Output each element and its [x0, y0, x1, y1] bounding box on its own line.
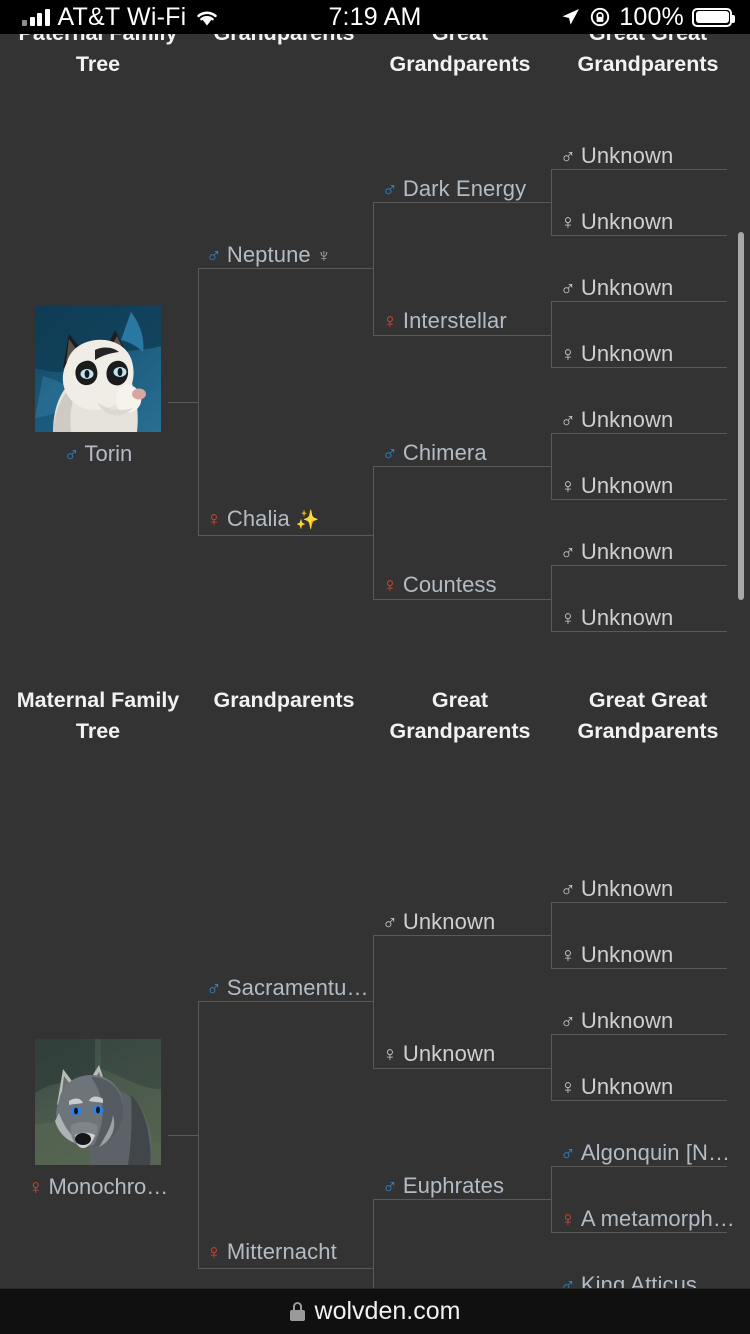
family-tree-scroll-region[interactable]: Paternal Family Tree Grandparents Great … [0, 34, 750, 1288]
male-symbol-icon: ♂ [560, 541, 576, 564]
grandparent-male-entry[interactable]: ♂ Neptune ♆ [206, 244, 331, 268]
connector-subject-to-grandparents [168, 1135, 198, 1136]
great-great-grandparent-entry[interactable]: ♂ Unknown [560, 409, 673, 432]
lock-icon [289, 1302, 305, 1321]
connector-subject-to-grandparents [168, 402, 198, 403]
column-header-grandparents: Grandparents [213, 688, 355, 712]
male-symbol-icon: ♂ [560, 1142, 576, 1165]
column-header-maternal-family-tree: Maternal Family Tree [16, 688, 180, 743]
male-symbol-icon: ♂ [560, 1010, 576, 1033]
battery-icon [692, 7, 735, 27]
carrier-label: AT&T Wi-Fi [57, 2, 187, 31]
male-symbol-icon: ♂ [560, 409, 576, 432]
column-header-great-great-grandparents: Great Great Grandparents [577, 688, 719, 743]
great-grandparent-male-entry[interactable]: ♂ Euphrates [382, 1175, 504, 1198]
great-great-grandparent-entry[interactable]: ♂ Unknown [560, 878, 673, 901]
male-symbol-icon: ♂ [63, 443, 80, 466]
male-symbol-icon: ♂ [206, 244, 222, 267]
male-symbol-icon: ♂ [560, 1274, 576, 1289]
subject-portrait-image[interactable] [35, 306, 161, 432]
grandparent-female-entry[interactable]: ♀ Mitternacht [206, 1241, 337, 1264]
grandparent-female-entry[interactable]: ♀ Chalia ✨ [206, 508, 320, 532]
great-great-grandparent-entry[interactable]: ♂ King Atticus … [560, 1274, 725, 1289]
status-bar-left: AT&T Wi-Fi [0, 3, 300, 32]
subject-portrait-image[interactable] [35, 1039, 161, 1165]
browser-url-bar[interactable]: wolvden.com [0, 1288, 750, 1334]
subject-name[interactable]: ♀ Monochro… [28, 1174, 169, 1200]
great-grandparent-female-entry[interactable]: ♀ Unknown [382, 1043, 495, 1066]
female-symbol-icon: ♀ [382, 1043, 398, 1066]
female-symbol-icon: ♀ [560, 607, 576, 630]
male-symbol-icon: ♂ [382, 911, 398, 934]
grandparent-male-entry[interactable]: ♂ Sacramentu… [206, 977, 369, 1000]
location-arrow-icon [562, 9, 580, 25]
female-symbol-icon: ♀ [560, 944, 576, 967]
paternal-tree: ♂ Torin ♂ Neptune ♆ ♀ Chalia ✨ ♂ Dark Energy [0, 34, 750, 679]
great-great-grandparent-entry[interactable]: ♂ Unknown [560, 1010, 673, 1033]
neptune-trident-icon: ♆ [316, 246, 332, 267]
great-grandparent-female-entry[interactable]: ♀ Countess [382, 574, 497, 597]
great-great-grandparent-entry[interactable]: ♂ Unknown [560, 277, 673, 300]
female-symbol-icon: ♀ [382, 574, 398, 597]
maternal-tree: ♀ Monochro… ♂ Sacramentu… ♀ Mitternacht ♂ Un… [0, 767, 750, 1288]
male-symbol-icon: ♂ [560, 277, 576, 300]
great-great-grandparent-entry[interactable]: ♂ Unknown [560, 145, 673, 168]
url-label: wolvden.com [314, 1297, 461, 1325]
grandparents-bracket [198, 268, 373, 536]
sparkles-icon: ✨ [295, 510, 320, 531]
grandparents-bracket [198, 1001, 373, 1269]
male-symbol-icon: ♂ [382, 178, 398, 201]
status-bar-right: 100% [450, 3, 750, 32]
great-great-grandparent-entry[interactable]: ♂ Unknown [560, 541, 673, 564]
female-symbol-icon: ♀ [206, 1241, 222, 1264]
great-great-grandparent-entry[interactable]: ♀ Unknown [560, 1076, 673, 1099]
screen: AT&T Wi-Fi 7:19 AM 100% Pa [0, 0, 750, 1334]
status-bar: AT&T Wi-Fi 7:19 AM 100% [0, 0, 750, 34]
great-great-grandparent-entry[interactable]: ♀ A metamorph… [560, 1208, 735, 1231]
female-symbol-icon: ♀ [382, 310, 398, 333]
male-symbol-icon: ♂ [382, 1175, 398, 1198]
wifi-icon [197, 11, 218, 25]
subject-cell[interactable]: ♂ Torin [0, 306, 196, 467]
subject-cell[interactable]: ♀ Monochro… [0, 1039, 196, 1200]
male-symbol-icon: ♂ [560, 878, 576, 901]
great-grandparent-male-entry[interactable]: ♂ Dark Energy [382, 178, 526, 201]
great-grandparent-male-entry[interactable]: ♂ Unknown [382, 911, 495, 934]
female-symbol-icon: ♀ [206, 508, 222, 531]
male-symbol-icon: ♂ [206, 977, 222, 1000]
maternal-family-tree-section: Maternal Family Tree Grandparents Great … [0, 679, 750, 1288]
male-symbol-icon: ♂ [560, 145, 576, 168]
great-grandparent-female-entry[interactable]: ♀ Interstellar [382, 310, 507, 333]
paternal-family-tree-section: Paternal Family Tree Grandparents Great … [0, 34, 750, 679]
rotation-lock-icon [591, 7, 610, 27]
female-symbol-icon: ♀ [27, 1176, 44, 1199]
female-symbol-icon: ♀ [560, 1208, 576, 1231]
great-great-grandparent-entry[interactable]: ♀ Unknown [560, 475, 673, 498]
subject-name[interactable]: ♂ Torin [64, 441, 132, 467]
great-great-grandparent-entry[interactable]: ♀ Unknown [560, 211, 673, 234]
clock: 7:19 AM [328, 2, 422, 31]
great-great-grandparent-entry[interactable]: ♂ Algonquin [N… [560, 1142, 730, 1165]
great-great-grandparent-entry[interactable]: ♀ Unknown [560, 944, 673, 967]
column-header-great-grandparents: Great Grandparents [389, 688, 531, 743]
great-grandparent-male-entry[interactable]: ♂ Chimera [382, 442, 487, 465]
male-symbol-icon: ♂ [382, 442, 398, 465]
female-symbol-icon: ♀ [560, 211, 576, 234]
maternal-column-headers: Maternal Family Tree Grandparents Great … [0, 679, 750, 747]
female-symbol-icon: ♀ [560, 1076, 576, 1099]
great-grandparents-bracket-b [373, 1199, 551, 1288]
vertical-scrollbar[interactable] [738, 232, 744, 600]
great-great-grandparent-entry[interactable]: ♀ Unknown [560, 607, 673, 630]
great-great-grandparent-entry[interactable]: ♀ Unknown [560, 343, 673, 366]
signal-bars-icon [22, 8, 50, 26]
female-symbol-icon: ♀ [560, 343, 576, 366]
female-symbol-icon: ♀ [560, 475, 576, 498]
battery-percent-label: 100% [619, 2, 684, 31]
